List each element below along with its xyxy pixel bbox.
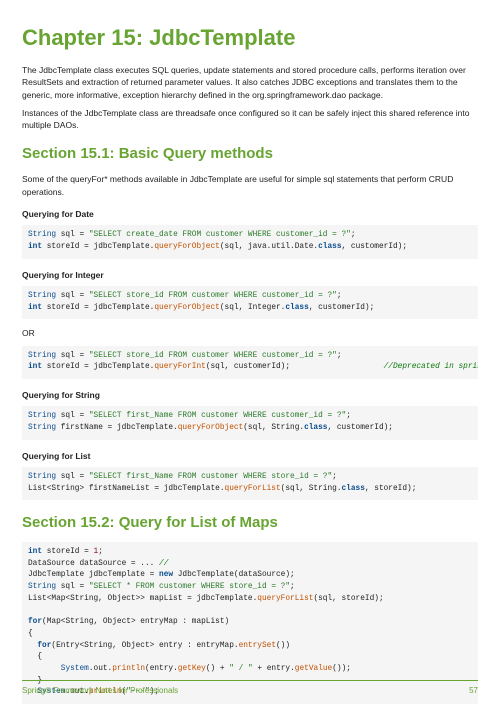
code-query-int-deprecated: String sql = "SELECT store_id FROM custo… <box>22 346 478 379</box>
code-query-int: String sql = "SELECT store_id FROM custo… <box>22 286 478 319</box>
section-1-title: Section 15.1: Basic Query methods <box>22 143 478 165</box>
code-query-list: String sql = "SELECT first_Name FROM cus… <box>22 467 478 500</box>
code-query-date: String sql = "SELECT create_date FROM cu… <box>22 225 478 258</box>
code-query-string: String sql = "SELECT first_Name FROM cus… <box>22 406 478 439</box>
query-list-label: Querying for List <box>22 450 478 462</box>
query-string-label: Querying for String <box>22 389 478 401</box>
section-1-intro: Some of the queryFor* methods available … <box>22 173 478 198</box>
query-int-label: Querying for Integer <box>22 269 478 281</box>
chapter-title: Chapter 15: JdbcTemplate <box>22 22 478 54</box>
intro-para-2: Instances of the JdbcTemplate class are … <box>22 107 478 132</box>
query-date-label: Querying for Date <box>22 208 478 220</box>
page-footer: Spring® Framework Notes for Professional… <box>22 680 478 697</box>
intro-para-1: The JdbcTemplate class executes SQL quer… <box>22 64 478 101</box>
or-text: OR <box>22 327 478 339</box>
footer-page-number: 57 <box>469 685 478 697</box>
section-2-title: Section 15.2: Query for List of Maps <box>22 512 478 534</box>
footer-left: Spring® Framework Notes for Professional… <box>22 685 178 697</box>
